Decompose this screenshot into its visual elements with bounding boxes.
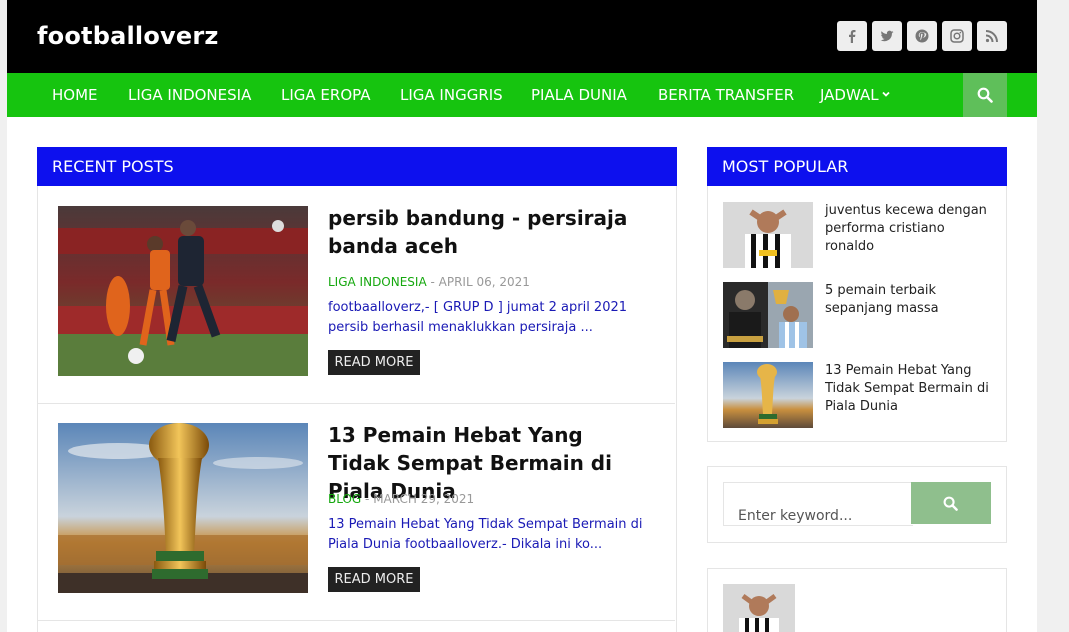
most-popular-section: MOST POPULAR juventus kecewa dengan perf… [707, 147, 1007, 442]
maradona-image [723, 282, 813, 348]
ronaldo-image [723, 202, 813, 268]
recent-posts-heading: RECENT POSTS [37, 147, 677, 186]
search-icon [943, 496, 958, 511]
nav-home[interactable]: HOME [52, 87, 98, 104]
chevron-down-icon [881, 91, 890, 97]
nav-liga-inggris[interactable]: LIGA INGGRIS [400, 87, 503, 104]
popular-title[interactable]: juventus kecewa dengan performa cristian… [825, 202, 995, 256]
read-more-button[interactable]: READ MORE [328, 350, 420, 375]
featured-widget [707, 568, 1007, 632]
post-item: 13 Pemain Hebat Yang Tidak Sempat Bermai… [38, 403, 675, 620]
post-item: persib bandung - persiraja banda aceh LI… [38, 186, 675, 403]
search-submit-button[interactable] [911, 482, 991, 524]
nav-jadwal[interactable]: JADWAL [820, 87, 890, 104]
nav-search-button[interactable] [963, 73, 1007, 117]
football-match-image [58, 206, 308, 376]
header: footballoverz [7, 0, 1037, 73]
instagram-icon [950, 29, 964, 43]
popular-item: 13 Pemain Hebat Yang Tidak Sempat Bermai… [723, 362, 1003, 428]
popular-thumbnail[interactable] [723, 362, 813, 428]
post-date: - APRIL 06, 2021 [426, 275, 530, 289]
search-widget: Enter keyword... [707, 466, 1007, 543]
post-category[interactable]: LIGA INDONESIA [328, 275, 427, 289]
ronaldo-image [723, 584, 795, 632]
rss-icon [985, 30, 998, 43]
twitter-button[interactable] [872, 21, 902, 51]
popular-thumbnail[interactable] [723, 202, 813, 268]
most-popular-heading: MOST POPULAR [707, 147, 1007, 186]
nav-liga-indonesia[interactable]: LIGA INDONESIA [128, 87, 251, 104]
post-title[interactable]: persib bandung - persiraja banda aceh [328, 204, 648, 260]
nav-jadwal-label: JADWAL [820, 86, 879, 104]
post-category[interactable]: BLOG [328, 492, 361, 506]
post-divider [38, 620, 675, 621]
post-meta: LIGA INDONESIA - APRIL 06, 2021 [328, 275, 530, 289]
nav-piala-dunia[interactable]: PIALA DUNIA [531, 87, 627, 104]
post-date: - MARCH 29, 2021 [361, 492, 475, 506]
featured-thumbnail[interactable] [723, 584, 795, 632]
search-icon [977, 87, 993, 103]
post-meta: BLOG - MARCH 29, 2021 [328, 492, 474, 506]
post-thumbnail[interactable] [58, 423, 308, 593]
post-excerpt: footbaalloverz,- [ GRUP D ] jumat 2 apri… [328, 300, 628, 335]
pinterest-icon [915, 29, 929, 43]
read-more-button[interactable]: READ MORE [328, 567, 420, 592]
pinterest-button[interactable] [907, 21, 937, 51]
world-cup-trophy-image [58, 423, 308, 593]
nav-liga-eropa[interactable]: LIGA EROPA [281, 87, 371, 104]
twitter-icon [880, 30, 894, 42]
search-input[interactable]: Enter keyword... [723, 482, 913, 526]
popular-title[interactable]: 5 pemain terbaik sepanjang massa [825, 282, 995, 318]
popular-thumbnail[interactable] [723, 282, 813, 348]
site-logo[interactable]: footballoverz [37, 22, 219, 50]
instagram-button[interactable] [942, 21, 972, 51]
popular-item: juventus kecewa dengan performa cristian… [723, 202, 1003, 268]
nav-berita-transfer[interactable]: BERITA TRANSFER [658, 87, 794, 104]
post-thumbnail[interactable] [58, 206, 308, 376]
rss-button[interactable] [977, 21, 1007, 51]
facebook-button[interactable] [837, 21, 867, 51]
popular-title[interactable]: 13 Pemain Hebat Yang Tidak Sempat Bermai… [825, 362, 995, 416]
world-cup-trophy-image [723, 362, 813, 428]
facebook-icon [849, 30, 856, 43]
post-excerpt: 13 Pemain Hebat Yang Tidak Sempat Bermai… [328, 517, 643, 552]
page: footballoverz HOME LIGA INDONESIA LIGA E… [0, 0, 1069, 632]
site-wrapper: footballoverz HOME LIGA INDONESIA LIGA E… [7, 0, 1037, 632]
popular-item: 5 pemain terbaik sepanjang massa [723, 282, 1003, 348]
recent-posts-section: RECENT POSTS persib bandung - persiraja … [37, 147, 677, 632]
main-navigation: HOME LIGA INDONESIA LIGA EROPA LIGA INGG… [7, 73, 1037, 117]
